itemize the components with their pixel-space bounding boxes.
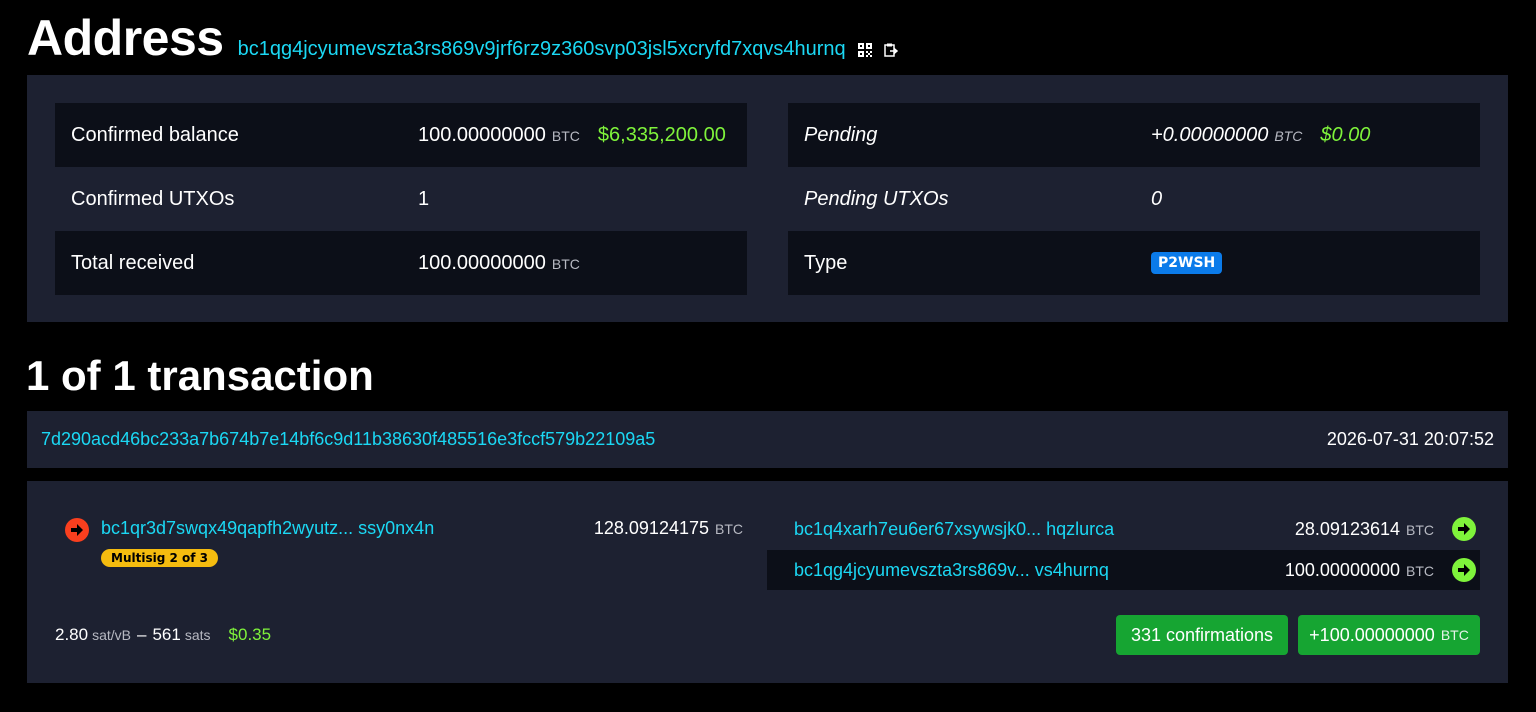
pending-utxos-row: Pending UTXOs 0: [788, 167, 1480, 231]
tx-output-current-address: bc1qg4jcyumevszta3rs869v... vs4hurnq 100…: [767, 550, 1480, 590]
output-amount-value: 100.00000000: [1284, 560, 1400, 580]
total-received-amount: 100.00000000: [418, 251, 546, 274]
transactions-heading: 1 of 1 transaction: [26, 352, 374, 399]
txid-link[interactable]: 7d290acd46bc233a7b674b7e14bf6c9d11b38630…: [41, 429, 655, 450]
summary-right-table: Pending +0.00000000 BTC $0.00 Pending UT…: [788, 103, 1480, 295]
address-link[interactable]: bc1qg4jcyumevszta3rs869v9jrf6rz9z360svp0…: [238, 38, 846, 61]
btc-unit: BTC: [1406, 563, 1434, 579]
output-address-link[interactable]: bc1q4xarh7eu6er67xsywsjk0... hqzlurca: [794, 519, 1114, 540]
btc-unit: BTC: [715, 521, 743, 537]
output-amount: 28.09123614 BTC: [1295, 519, 1434, 540]
transaction-header: 7d290acd46bc233a7b674b7e14bf6c9d11b38630…: [27, 411, 1508, 468]
confirmed-utxos-row: Confirmed UTXOs 1: [55, 167, 747, 231]
output-amount: 100.00000000 BTC: [1285, 560, 1434, 581]
output-arrow-icon[interactable]: [1452, 517, 1476, 541]
fee-sats-unit: sats: [184, 627, 211, 643]
tx-input: bc1qr3d7swqx49qapfh2wyutz... ssy0nx4n 12…: [63, 511, 743, 581]
output-amount-value: 28.09123614: [1294, 519, 1400, 539]
confirmed-balance-amount: 100.00000000: [418, 123, 546, 146]
transaction-body: bc1qr3d7swqx49qapfh2wyutz... ssy0nx4n 12…: [27, 481, 1508, 683]
input-amount-value: 128.09124175: [593, 518, 709, 538]
btc-unit: BTC: [1274, 127, 1303, 144]
summary-left-table: Confirmed balance 100.00000000 BTC $6,33…: [55, 103, 747, 295]
type-label: Type: [804, 251, 848, 274]
btc-unit: BTC: [1406, 522, 1434, 538]
confirmations-label: 331 confirmations: [1130, 624, 1274, 645]
net-amount-value: +100.00000000: [1309, 624, 1435, 645]
address-header: Address bc1qg4jcyumevszta3rs869v9jrf6rz9…: [27, 8, 898, 68]
input-arrow-icon[interactable]: [65, 518, 89, 542]
qr-code-icon[interactable]: [857, 43, 872, 57]
btc-unit: BTC: [1440, 627, 1469, 643]
multisig-badge: Multisig 2 of 3: [101, 549, 218, 567]
tx-fee: 2.80 sat/vB – 561 sats $0.35: [55, 625, 271, 645]
clipboard-icon[interactable]: [883, 43, 898, 57]
tx-output: bc1q4xarh7eu6er67xsywsjk0... hqzlurca 28…: [767, 509, 1480, 549]
fee-rate-unit: sat/vB: [92, 627, 131, 643]
input-address-link[interactable]: bc1qr3d7swqx49qapfh2wyutz... ssy0nx4n: [101, 518, 434, 539]
output-address-link[interactable]: bc1qg4jcyumevszta3rs869v... vs4hurnq: [794, 560, 1109, 581]
fee-sats: 561: [152, 625, 181, 644]
address-summary: Confirmed balance 100.00000000 BTC $6,33…: [27, 75, 1508, 322]
confirmed-balance-usd: $6,335,200.00: [597, 123, 726, 146]
total-received-row: Total received 100.00000000 BTC: [55, 231, 747, 295]
address-page: Address bc1qg4jcyumevszta3rs869v9jrf6rz9…: [0, 0, 1536, 712]
pending-label: Pending: [804, 123, 878, 146]
address-type-badge: P2WSH: [1151, 252, 1223, 274]
pending-row: Pending +0.00000000 BTC $0.00: [788, 103, 1480, 167]
confirmed-balance-value: 100.00000000 BTC $6,335,200.00: [418, 124, 726, 147]
confirmed-utxos-label: Confirmed UTXOs: [71, 187, 235, 210]
pending-usd: $0.00: [1320, 123, 1371, 146]
btc-unit: BTC: [551, 255, 580, 272]
pending-utxos-value: 0: [1151, 187, 1163, 210]
type-row: Type P2WSH: [788, 231, 1480, 295]
output-arrow-icon[interactable]: [1452, 558, 1476, 582]
total-received-label: Total received: [71, 251, 195, 274]
input-amount: 128.09124175 BTC: [594, 518, 743, 539]
type-value: P2WSH: [1151, 252, 1223, 274]
pending-value: +0.00000000 BTC $0.00: [1151, 124, 1370, 147]
confirmed-balance-label: Confirmed balance: [71, 123, 239, 146]
fee-separator: –: [137, 625, 147, 644]
pending-utxos-label: Pending UTXOs: [804, 187, 949, 210]
confirmed-utxos-value: 1: [418, 187, 430, 210]
net-amount-button[interactable]: +100.00000000 BTC: [1298, 615, 1480, 655]
fee-usd: $0.35: [228, 625, 272, 644]
total-received-value: 100.00000000 BTC: [418, 252, 580, 275]
tx-timestamp: 2026-07-31 20:07:52: [1326, 429, 1494, 449]
confirmations-button[interactable]: 331 confirmations: [1116, 615, 1288, 655]
btc-unit: BTC: [551, 127, 580, 144]
fee-rate: 2.80: [55, 625, 89, 644]
pending-amount: +0.00000000: [1151, 123, 1269, 146]
confirmed-balance-row: Confirmed balance 100.00000000 BTC $6,33…: [55, 103, 747, 167]
page-title: Address: [27, 10, 224, 66]
